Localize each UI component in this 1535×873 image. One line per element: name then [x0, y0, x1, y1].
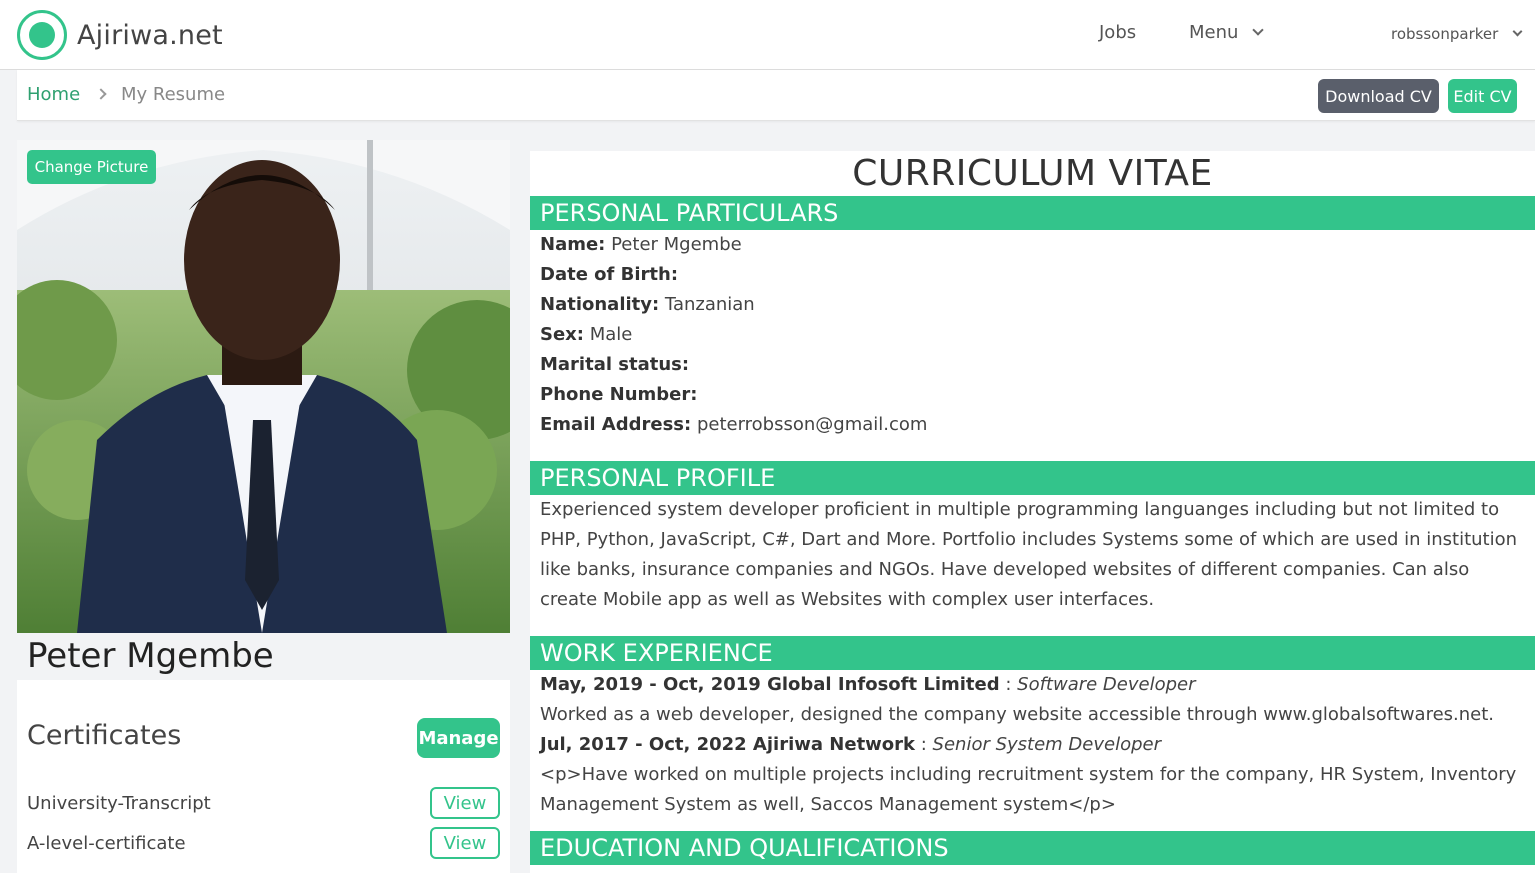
- certificates-card: Certificates Manage University-Transcrip…: [17, 680, 510, 873]
- profile-name: Peter Mgembe: [27, 636, 274, 676]
- section-personal-particulars: PERSONAL PARTICULARS: [530, 196, 1535, 230]
- field-email-address: Email Address: peterrobsson@gmail.com: [540, 414, 928, 435]
- top-navbar: Ajiriwa.net Jobs Menu robssonparker: [0, 0, 1535, 70]
- view-certificate-button[interactable]: View: [430, 787, 500, 819]
- list-item: A-level-certificate View: [27, 827, 500, 859]
- field-date-of-birth: Date of Birth:: [540, 264, 679, 285]
- nav-jobs-link[interactable]: Jobs: [1099, 22, 1136, 43]
- username-label: robssonparker: [1391, 25, 1499, 43]
- chevron-down-icon: [1252, 24, 1265, 36]
- user-menu-dropdown[interactable]: robssonparker: [1391, 25, 1523, 43]
- field-nationality: Nationality: Tanzanian: [540, 294, 755, 315]
- cv-document: CURRICULUM VITAE PERSONAL PARTICULARS Na…: [530, 151, 1535, 873]
- change-picture-button[interactable]: Change Picture: [27, 150, 156, 184]
- brand-logo[interactable]: Ajiriwa.net: [17, 10, 223, 60]
- breadcrumb-home-link[interactable]: Home: [27, 84, 80, 105]
- work-entry-description: <p>Have worked on multiple projects incl…: [540, 764, 1517, 815]
- breadcrumb: Home My Resume Download CV Edit CV: [17, 70, 1535, 121]
- edit-cv-button[interactable]: Edit CV: [1448, 79, 1517, 113]
- person-portrait-icon: [17, 140, 510, 633]
- download-cv-button[interactable]: Download CV: [1318, 79, 1439, 113]
- certificate-name: A-level-certificate: [27, 833, 186, 854]
- work-entry-heading: Jul, 2017 - Oct, 2022 Ajiriwa Network : …: [540, 734, 1161, 755]
- work-entry-description: Worked as a web developer, designed the …: [540, 704, 1495, 725]
- section-work-experience: WORK EXPERIENCE: [530, 636, 1535, 670]
- brand-name: Ajiriwa.net: [77, 19, 223, 51]
- section-personal-profile: PERSONAL PROFILE: [530, 461, 1535, 495]
- chevron-down-icon: [1512, 26, 1523, 37]
- certificates-title: Certificates: [27, 720, 182, 751]
- field-sex: Sex: Male: [540, 324, 633, 345]
- cv-title: CURRICULUM VITAE: [852, 153, 1213, 194]
- list-item: University-Transcript View: [27, 787, 500, 819]
- work-entry-heading: May, 2019 - Oct, 2019 Global Infosoft Li…: [540, 674, 1196, 695]
- profile-summary: Experienced system developer proficient …: [540, 499, 1518, 610]
- breadcrumb-current: My Resume: [121, 84, 226, 105]
- field-phone-number: Phone Number:: [540, 384, 698, 405]
- section-education: EDUCATION AND QUALIFICATIONS: [530, 831, 1535, 865]
- nav-menu-label: Menu: [1189, 22, 1239, 43]
- field-name: Name: Peter Mgembe: [540, 234, 742, 255]
- chevron-right-icon: [95, 88, 107, 100]
- profile-photo: [17, 140, 510, 633]
- nav-menu-dropdown[interactable]: Menu: [1189, 22, 1265, 43]
- view-certificate-button[interactable]: View: [430, 827, 500, 859]
- certificate-name: University-Transcript: [27, 793, 211, 814]
- manage-certificates-button[interactable]: Manage: [417, 718, 500, 758]
- field-marital-status: Marital status:: [540, 354, 690, 375]
- logo-circle-icon: [17, 10, 67, 60]
